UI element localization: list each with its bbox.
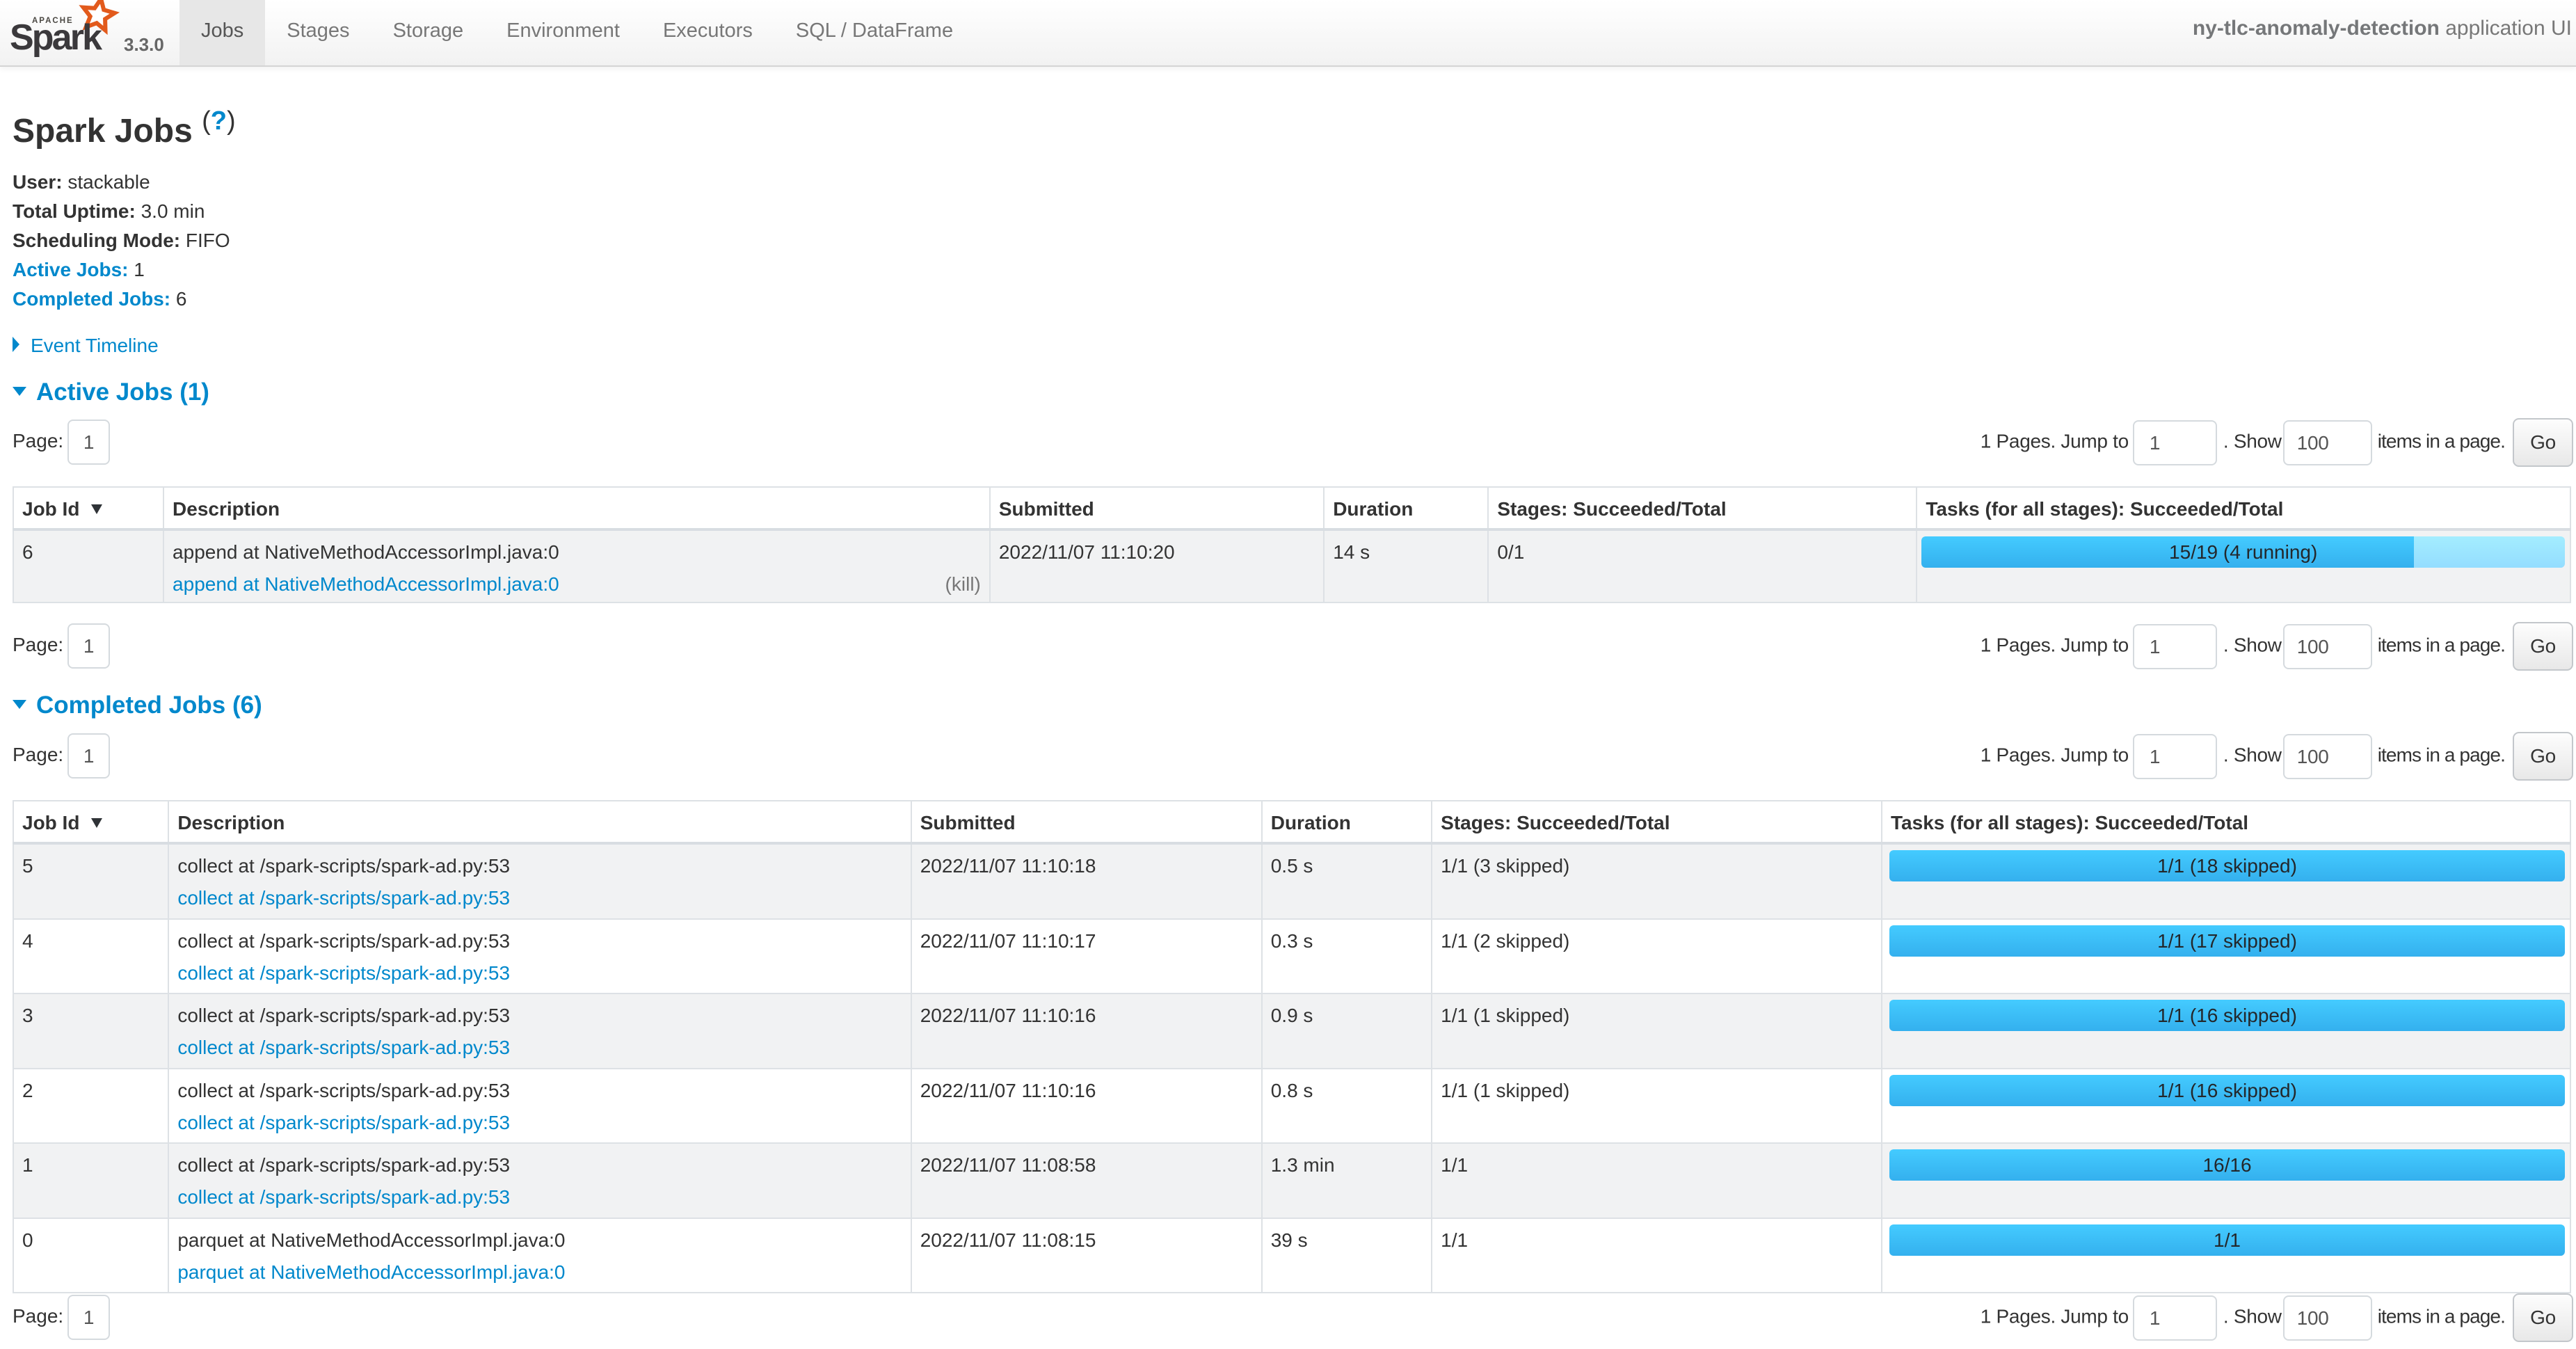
svg-text:Spark: Spark [10,17,102,58]
